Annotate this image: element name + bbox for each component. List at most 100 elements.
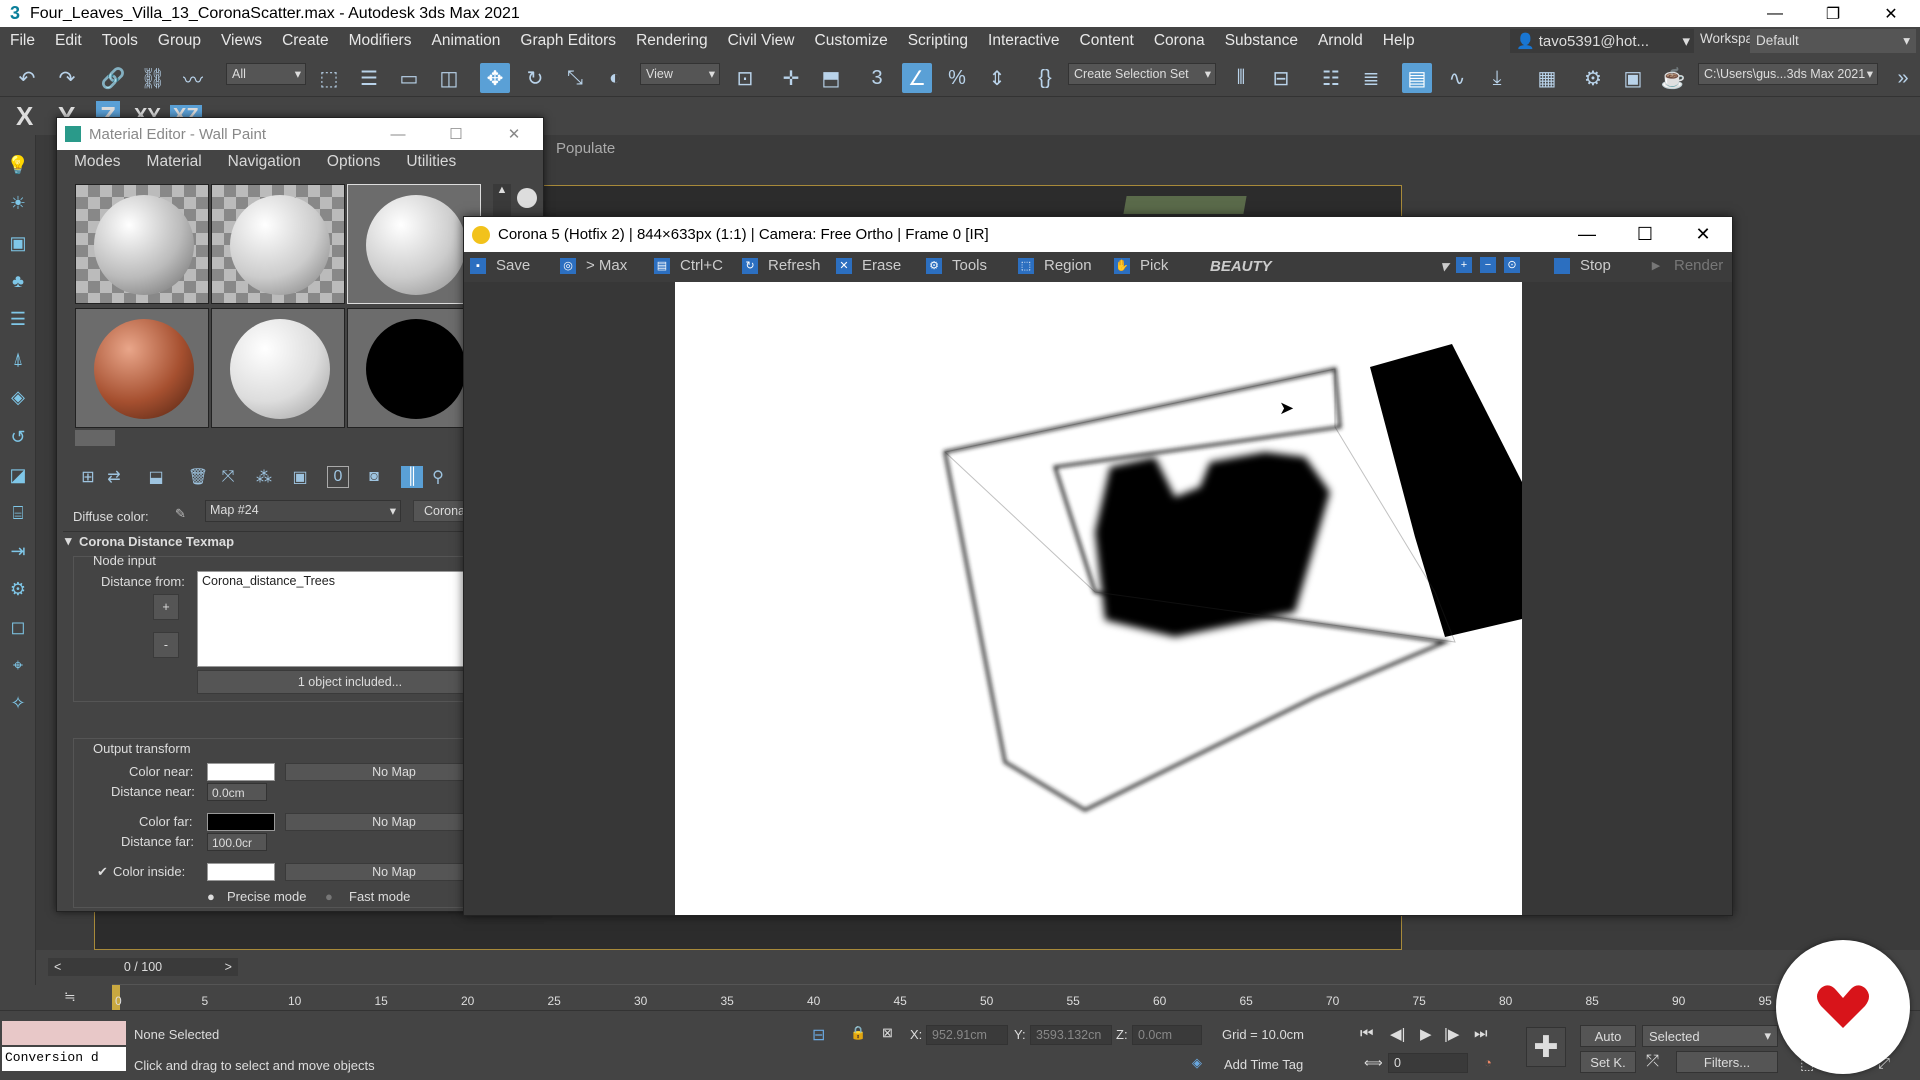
bind-space-warp-icon[interactable]: 〰 — [178, 63, 208, 93]
material-slot[interactable] — [75, 308, 209, 428]
link-icon[interactable]: 🔗 — [98, 63, 128, 93]
material-slot[interactable] — [211, 308, 345, 428]
menu-arnold[interactable]: Arnold — [1308, 32, 1373, 50]
unlink-icon[interactable]: ⛓ — [138, 63, 168, 93]
to-max-button[interactable]: ◎ > Max — [560, 257, 627, 274]
menu-group[interactable]: Group — [148, 32, 211, 50]
chevron-left-icon[interactable]: < — [54, 960, 61, 974]
set-key-big-icon[interactable]: ✚ — [1526, 1027, 1566, 1067]
scatter-icon[interactable]: ♣ — [6, 269, 30, 293]
menu-civil-view[interactable]: Civil View — [718, 32, 805, 50]
x-coordinate-field[interactable]: 952.91cm — [926, 1025, 1008, 1045]
stop-button[interactable]: Stop — [1554, 257, 1611, 274]
play-icon[interactable]: ▶ — [1420, 1025, 1432, 1043]
effects-channel-icon[interactable]: 0 — [327, 466, 349, 488]
orbit-icon[interactable]: ⌖ — [6, 653, 30, 677]
menu-utilities[interactable]: Utilities — [388, 153, 464, 171]
user-account-dropdown[interactable]: 👤 tavo5391@hot... ▾ — [1510, 29, 1694, 53]
erase-button[interactable]: ✕ Erase — [836, 257, 901, 274]
layers-icon[interactable]: ☰ — [6, 307, 30, 331]
material-slot[interactable] — [75, 184, 209, 304]
render-image[interactable]: ➤ — [675, 282, 1522, 915]
menu-modes[interactable]: Modes — [57, 153, 129, 171]
pivot-center-icon[interactable]: ⊡ — [730, 63, 760, 93]
chevron-up-icon[interactable]: ▲ — [493, 184, 511, 196]
color-far-swatch[interactable] — [207, 813, 275, 831]
menu-graph-editors[interactable]: Graph Editors — [510, 32, 626, 50]
corona-titlebar[interactable]: Corona 5 (Hotfix 2) | 844×633px (1:1) | … — [464, 217, 1732, 252]
remove-node-button[interactable]: - — [153, 632, 179, 658]
proxy-icon[interactable]: ⍋ — [6, 347, 30, 371]
menu-rendering[interactable]: Rendering — [626, 32, 718, 50]
render-production-icon[interactable]: ☕ — [1658, 63, 1688, 93]
absolute-mode-icon[interactable]: ⊠ — [882, 1025, 893, 1041]
material-slot-active[interactable] — [347, 308, 481, 428]
go-to-parent-icon[interactable]: ⚲ — [427, 466, 449, 488]
distance-far-spinner[interactable]: 100.0cr — [207, 833, 267, 851]
menu-animation[interactable]: Animation — [421, 32, 510, 50]
isolate-selection-icon[interactable]: ⊟ — [812, 1025, 825, 1045]
region-button[interactable]: ⬚ Region — [1018, 257, 1092, 274]
add-node-button[interactable]: + — [153, 594, 179, 620]
menu-scripting[interactable]: Scripting — [898, 32, 978, 50]
menu-file[interactable]: File — [0, 32, 45, 50]
render-channel-dropdown[interactable]: BEAUTY ▾ — [1210, 257, 1448, 276]
toggle-ribbon-icon[interactable]: ▤ — [1402, 63, 1432, 93]
current-frame-field[interactable]: 0 — [1388, 1053, 1468, 1073]
camera-icon[interactable]: ▣ — [6, 231, 30, 255]
render-button[interactable]: ▶ Render — [1648, 257, 1723, 274]
material-slot[interactable] — [347, 184, 481, 304]
zoom-fit-button[interactable]: ⊙ — [1504, 257, 1524, 273]
list-item[interactable]: Corona_distance_Trees — [202, 574, 335, 588]
named-selection-set-dropdown[interactable]: Create Selection Set — [1068, 63, 1216, 85]
export-icon[interactable]: ⇥ — [6, 539, 30, 563]
horizontal-scrollbar[interactable] — [75, 430, 115, 446]
get-material-icon[interactable]: ⊞ — [77, 466, 99, 488]
menu-create[interactable]: Create — [272, 32, 339, 50]
rollout-toggle-icon[interactable]: ▾ — [65, 533, 72, 549]
toggle-scene-explorer-icon[interactable]: ☷ — [1316, 63, 1346, 93]
select-and-place-icon[interactable]: ◐ — [600, 63, 630, 93]
toolbar-overflow-icon[interactable]: » — [1888, 63, 1918, 93]
save-button[interactable]: ▪ Save — [470, 257, 530, 274]
material-editor-titlebar[interactable]: Material Editor - Wall Paint — ☐ ✕ — [57, 118, 543, 150]
make-unique-icon[interactable]: ⤧ — [217, 466, 239, 488]
menu-navigation[interactable]: Navigation — [210, 153, 309, 171]
converter-icon[interactable]: ↺ — [6, 425, 30, 449]
reference-coordinate-dropdown[interactable]: View — [640, 63, 720, 85]
lightbulb-icon[interactable]: 💡 — [6, 153, 30, 177]
maxscript-input[interactable]: Conversion d — [2, 1047, 126, 1071]
toggle-layer-explorer-icon[interactable]: ≣ — [1356, 63, 1386, 93]
zoom-out-button[interactable]: − — [1480, 257, 1500, 273]
select-and-rotate-icon[interactable]: ↻ — [520, 63, 550, 93]
put-material-icon[interactable]: ⇄ — [103, 466, 125, 488]
menu-corona[interactable]: Corona — [1144, 32, 1215, 50]
restore-icon[interactable]: ❐ — [1804, 0, 1862, 27]
align-icon[interactable]: ⊟ — [1266, 63, 1296, 93]
put-to-library-icon[interactable]: ⁂ — [253, 466, 275, 488]
minimize-icon[interactable]: — — [1558, 217, 1616, 252]
color-near-swatch[interactable] — [207, 763, 275, 781]
go-to-end-icon[interactable]: ⏭ — [1474, 1025, 1488, 1042]
material-id-icon[interactable]: ▣ — [289, 466, 311, 488]
menu-substance[interactable]: Substance — [1215, 32, 1308, 50]
tools-button[interactable]: ⚙ Tools — [926, 257, 987, 274]
key-filter-dropdown[interactable]: Selected ▾ — [1642, 1025, 1778, 1047]
axis-x-button[interactable]: X — [16, 101, 33, 132]
menu-customize[interactable]: Customize — [805, 32, 898, 50]
close-icon[interactable]: ✕ — [1674, 217, 1732, 252]
rollout-title[interactable]: Corona Distance Texmap — [79, 534, 234, 549]
material-icon[interactable]: ◈ — [6, 385, 30, 409]
chevron-right-icon[interactable]: > — [225, 960, 232, 974]
menu-modifiers[interactable]: Modifiers — [339, 32, 422, 50]
copy-button[interactable]: ▤ Ctrl+C — [654, 257, 723, 274]
maximize-icon[interactable]: ☐ — [427, 118, 485, 150]
snaps-toggle-icon[interactable]: 3 — [862, 63, 892, 93]
close-icon[interactable]: ✕ — [485, 118, 543, 150]
select-manipulate-icon[interactable]: ✛ — [776, 63, 806, 93]
refresh-button[interactable]: ↻ Refresh — [742, 257, 821, 274]
populate-tab[interactable]: Populate — [556, 140, 615, 157]
menu-help[interactable]: Help — [1373, 32, 1425, 50]
show-in-viewport-icon[interactable]: ◙ — [363, 466, 385, 488]
objects-included-button[interactable]: 1 object included... — [197, 670, 503, 694]
